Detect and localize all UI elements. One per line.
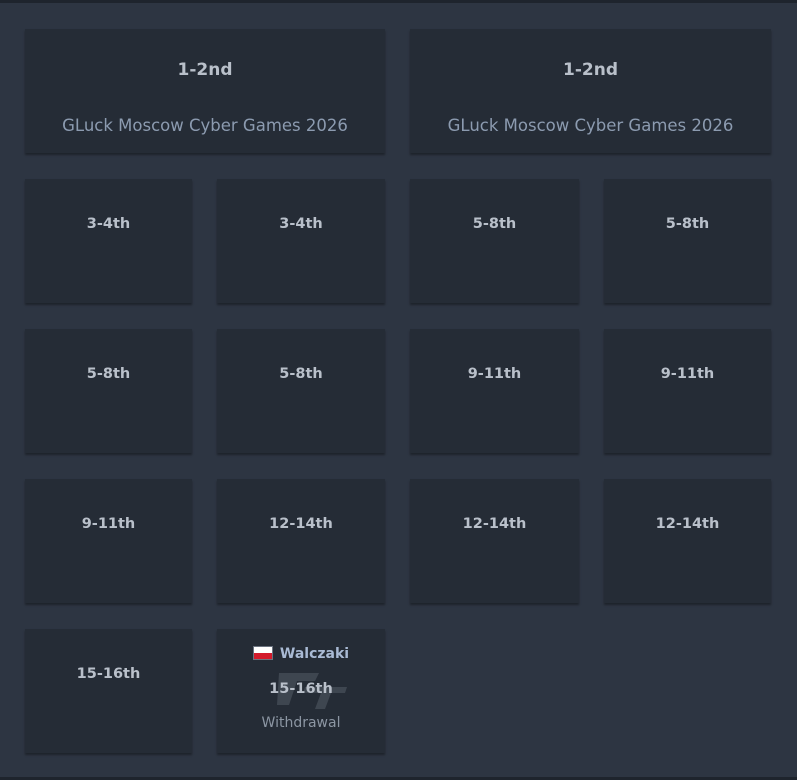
placement-label: 1-2nd [563, 60, 618, 80]
placement-label: 5-8th [86, 366, 131, 382]
placement-label: 5-8th [665, 216, 710, 232]
placement-card-2[interactable]: 1-2nd GLuck Moscow Cyber Games 2026 [410, 29, 771, 153]
top-border [0, 0, 797, 3]
placement-card-8[interactable]: 5-8th [217, 329, 385, 453]
placement-label: 9-11th [467, 366, 522, 382]
placement-label: 12-14th [269, 516, 333, 532]
placement-label: 12-14th [655, 516, 720, 532]
team-name: Walczaki [279, 646, 350, 662]
placement-label: 15-16th [76, 666, 141, 682]
placement-card-13[interactable]: 12-14th [410, 479, 579, 603]
placement-card-4[interactable]: 3-4th [217, 179, 385, 303]
event-name: GLuck Moscow Cyber Games 2026 [62, 116, 348, 135]
placement-label: 1-2nd [177, 60, 233, 80]
team-name-row[interactable]: Walczaki [217, 646, 385, 662]
placement-card-16[interactable]: Walczaki 15-16th Withdrawal [217, 629, 385, 753]
placement-label: 5-8th [279, 366, 323, 382]
status-label: Withdrawal [261, 715, 341, 731]
placement-card-3[interactable]: 3-4th [25, 179, 192, 303]
placement-label: 15-16th [269, 681, 333, 697]
placement-card-11[interactable]: 9-11th [25, 479, 192, 603]
placement-label: 3-4th [86, 216, 131, 232]
placement-card-9[interactable]: 9-11th [410, 329, 579, 453]
placement-label: 9-11th [660, 366, 715, 382]
placement-card-6[interactable]: 5-8th [604, 179, 771, 303]
poland-flag-icon [252, 646, 273, 660]
placement-label: 12-14th [462, 516, 527, 532]
placement-label: 5-8th [472, 216, 517, 232]
placement-label: 3-4th [279, 216, 323, 232]
placement-card-14[interactable]: 12-14th [604, 479, 771, 603]
placement-card-7[interactable]: 5-8th [25, 329, 192, 453]
placement-card-15[interactable]: 15-16th [25, 629, 192, 753]
placement-card-12[interactable]: 12-14th [217, 479, 385, 603]
placement-card-5[interactable]: 5-8th [410, 179, 579, 303]
event-name: GLuck Moscow Cyber Games 2026 [447, 116, 734, 135]
placement-label: 9-11th [81, 516, 136, 532]
placement-card-1[interactable]: 1-2nd GLuck Moscow Cyber Games 2026 [25, 29, 385, 153]
placement-card-10[interactable]: 9-11th [604, 329, 771, 453]
